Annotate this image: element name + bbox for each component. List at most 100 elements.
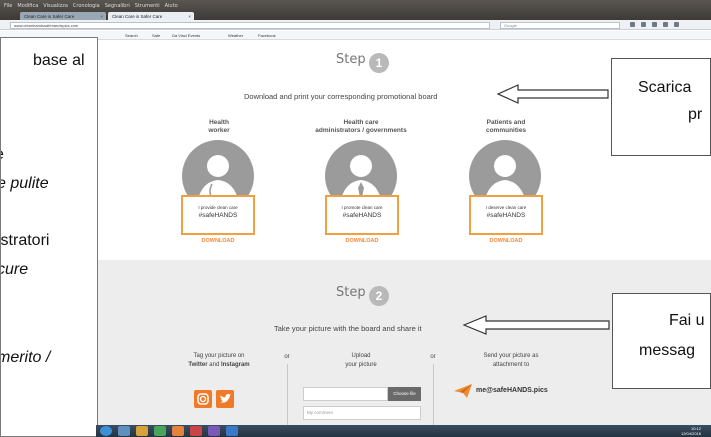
callout-line: messag (639, 342, 696, 359)
divider (287, 364, 288, 434)
promo-board-health-worker: I provide clean care #safeHANDS (181, 195, 255, 235)
slide-text-panel: base al e e pulite istratori cure merito… (0, 37, 98, 437)
menu-icon[interactable] (674, 22, 679, 27)
email-address[interactable]: me@safeHANDS.pics (476, 387, 548, 394)
bookmark-item[interactable]: Da Vinci Events (172, 33, 200, 38)
folder-icon[interactable] (136, 426, 148, 436)
download-link-administrators[interactable]: DOWNLOAD (325, 238, 399, 244)
tag-picture-text: Tag your picture on Twitter and Instagra… (164, 352, 274, 370)
bookmark-item[interactable]: Weather (228, 33, 243, 38)
browser-titlebar: File Modifica Visualizza Cronologia Segn… (0, 0, 711, 21)
or-separator: or (284, 354, 290, 360)
board-hashtag: #safeHANDS (198, 212, 238, 219)
instagram-label: Instagram (220, 362, 250, 368)
step1-title: Step (336, 52, 366, 67)
heading-line: worker (208, 127, 230, 134)
callout-line: Fai u (669, 312, 705, 329)
panel-line: e (1, 146, 4, 164)
close-icon[interactable]: × (188, 14, 194, 19)
promo-board-patients: I deserve clean care #safeHANDS (469, 195, 543, 235)
board-text: I promote clean care (341, 205, 383, 210)
close-icon[interactable]: × (100, 14, 106, 19)
home-icon[interactable] (663, 22, 668, 27)
menu-file[interactable]: File (4, 3, 12, 9)
panel-line: merito / (0, 349, 51, 366)
arrow-left-icon (462, 315, 610, 335)
clock-date: 12/04/2016 (680, 431, 701, 436)
step1-instruction: Download and print your corresponding pr… (244, 92, 438, 101)
menu-view[interactable]: Visualizza (43, 3, 68, 9)
browser-menubar: File Modifica Visualizza Cronologia Segn… (0, 3, 178, 9)
board-hashtag: #safeHANDS (486, 212, 526, 219)
step2-title: Step (336, 285, 366, 300)
screenshot: File Modifica Visualizza Cronologia Segn… (0, 0, 711, 437)
browser-search-field[interactable]: Google (500, 22, 620, 29)
windows-taskbar: 10:12 12/04/2016 (96, 425, 711, 437)
column-health-worker-heading: Health worker (174, 119, 264, 135)
browser-toolbar-icons (630, 22, 679, 27)
upload-line: Upload (351, 353, 371, 359)
panel-line: cure (0, 261, 29, 278)
or-separator: or (430, 354, 436, 360)
app-icon[interactable] (154, 426, 166, 436)
menu-edit[interactable]: Modifica (17, 3, 38, 9)
download-link-health-worker[interactable]: DOWNLOAD (181, 238, 255, 244)
send-line: Send your picture as (483, 353, 539, 359)
start-icon[interactable] (100, 426, 112, 436)
tab-label: Clean Care is Safer Care (24, 14, 75, 19)
bookmark-item[interactable]: Facebook (258, 33, 276, 38)
divider (433, 364, 434, 434)
menu-bookmarks[interactable]: Segnalibri (105, 3, 130, 9)
download-link-patients[interactable]: DOWNLOAD (469, 238, 543, 244)
callout-photo: Fai u messag (612, 293, 711, 389)
heading-line: administrators / governments (315, 127, 407, 134)
browser-navbar: www.cleanhandssafehandspics.com Google (0, 20, 711, 30)
arrow-left-icon (496, 84, 609, 104)
board-text: I deserve clean care (485, 205, 527, 210)
bookmark-icon[interactable] (641, 22, 646, 27)
tab-label: Clean Care is Safer Care (112, 14, 163, 19)
instagram-icon[interactable] (194, 390, 212, 408)
app-icon[interactable] (208, 426, 220, 436)
upload-line: your picture (345, 362, 377, 368)
bookmark-item[interactable]: Search (125, 33, 138, 38)
tag-platforms: Twitter and Instagram (164, 361, 274, 370)
bookmark-item[interactable]: Safe (152, 33, 160, 38)
and-label: and (209, 362, 220, 368)
step2-badge: 2 (369, 286, 389, 306)
star-icon[interactable] (630, 22, 635, 27)
promo-board-administrators: I promote clean care #safeHANDS (325, 195, 399, 235)
file-path-field[interactable] (303, 387, 388, 401)
download-icon[interactable] (652, 22, 657, 27)
explorer-icon[interactable] (118, 426, 130, 436)
callout-line: pr (688, 106, 703, 123)
board-text: I provide clean care (198, 205, 238, 210)
callout-download: Scarica pr (611, 58, 711, 156)
twitter-icon[interactable] (216, 390, 234, 408)
menu-tools[interactable]: Strumenti (135, 3, 160, 9)
paper-plane-icon (453, 383, 473, 399)
word-icon[interactable] (226, 426, 238, 436)
tag-line: Tag your picture on (193, 353, 245, 359)
menu-help[interactable]: Aiuto (165, 3, 178, 9)
heading-line: Health care (343, 119, 379, 126)
step1-badge: 1 (369, 53, 389, 73)
twitter-label: Twitter (188, 362, 208, 368)
callout-line: Scarica (638, 79, 692, 96)
panel-line: e pulite (0, 175, 49, 192)
upload-text: Upload your picture (311, 352, 411, 370)
comment-field[interactable]: My comment (303, 406, 421, 420)
choose-file-button[interactable]: Choose file (388, 387, 421, 401)
firefox-icon[interactable] (172, 426, 184, 436)
url-field[interactable]: www.cleanhandssafehandspics.com (10, 22, 490, 29)
panel-line: istratori (0, 232, 50, 249)
heading-line: Health (209, 119, 229, 126)
board-hashtag: #safeHANDS (342, 212, 382, 219)
panel-line: base al (33, 52, 85, 69)
taskbar-clock[interactable]: 10:12 12/04/2016 (681, 426, 701, 436)
step2-instruction: Take your picture with the board and sha… (274, 324, 422, 333)
menu-history[interactable]: Cronologia (73, 3, 100, 9)
send-attachment-text: Send your picture as attachment to (456, 352, 566, 370)
heading-line: communities (485, 127, 527, 134)
app-icon[interactable] (190, 426, 202, 436)
